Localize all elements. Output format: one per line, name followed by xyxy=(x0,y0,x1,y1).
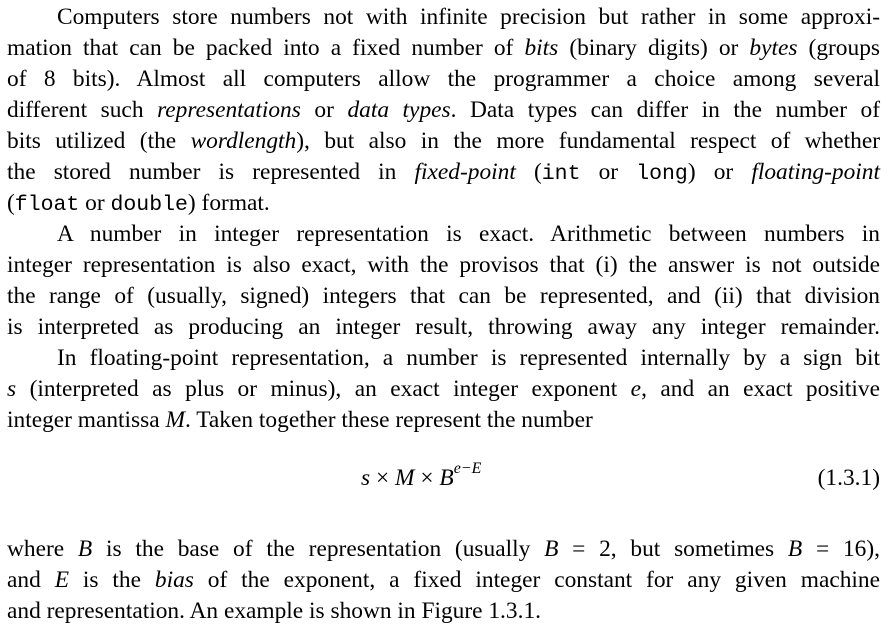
math-B: B xyxy=(544,536,559,562)
p1-line-6: the stored number is represented in fixe… xyxy=(7,157,880,188)
p4-line-1: where B is the base of the representatio… xyxy=(7,534,880,565)
text-span: and xyxy=(7,567,55,593)
math-B: B xyxy=(439,465,454,491)
math-s: s xyxy=(7,376,17,402)
code-double: double xyxy=(110,193,188,217)
text-span: different such xyxy=(7,97,158,123)
term-bytes: bytes xyxy=(749,35,798,61)
text-span: (groups xyxy=(797,35,881,61)
p4-line-2: and E is the bias of the exponent, a fix… xyxy=(7,565,880,596)
equation-number: (1.3.1) xyxy=(817,465,880,491)
math-B: B xyxy=(77,536,93,562)
code-int: int xyxy=(541,162,581,186)
math-s: s xyxy=(361,465,371,491)
p2-line-2: integer representation is also exact, wi… xyxy=(7,252,880,278)
p1-line-7: (float or double) format. xyxy=(7,188,880,219)
text-span: is the base of the representation (usual… xyxy=(92,536,545,562)
text-span: or xyxy=(300,97,348,123)
term-bias: bias xyxy=(154,567,194,593)
term-bits: bits xyxy=(524,35,559,61)
code-float: float xyxy=(14,193,80,217)
text-span: mation that can be packed into a fixed n… xyxy=(7,35,525,61)
math-B: B xyxy=(787,536,803,562)
math-M: M xyxy=(395,465,415,491)
term-fixed-point: fixed-point xyxy=(414,159,516,185)
math-times: × xyxy=(370,465,395,491)
p3-line-2: s (interpreted as plus or minus), an exa… xyxy=(7,374,880,405)
math-times: × xyxy=(414,465,440,491)
p2-line-1: A number in integer representation is ex… xyxy=(57,221,880,247)
text-span: of the exponent, a fixed integer constan… xyxy=(193,567,881,593)
text-span: or xyxy=(580,159,637,185)
p1-line-5: bits utilized (the wordlength), but also… xyxy=(7,126,880,157)
p1-line-4: different such representations or data t… xyxy=(7,95,880,126)
equation-body: s × M × Be−E xyxy=(361,458,481,498)
text-span: or xyxy=(79,190,111,216)
text-span: . Taken together these represent the num… xyxy=(185,407,593,433)
text-span: is the xyxy=(68,567,155,593)
text-span: the stored number is represented in xyxy=(7,159,415,185)
term-floating-point: floating-point xyxy=(751,159,880,185)
text-span: of 8 bits). Almost all computers allow t… xyxy=(7,66,880,92)
text-span: Computers store numbers not with infinit… xyxy=(57,4,880,30)
text-span: = 2, but sometimes xyxy=(558,536,788,562)
p3-line-1: In floating-point representation, a numb… xyxy=(57,345,880,371)
term-wordlength: wordlength xyxy=(190,128,297,154)
text-span: (binary digits) or xyxy=(558,35,750,61)
p1-line-3: of 8 bits). Almost all computers allow t… xyxy=(7,64,880,95)
text-span: where xyxy=(7,536,78,562)
math-E: E xyxy=(54,567,69,593)
p1-line-2: mation that can be packed into a fixed n… xyxy=(7,33,880,64)
p3-line-3: integer mantissa M. Taken together these… xyxy=(7,405,880,436)
text-span: bits utilized (the xyxy=(7,128,191,154)
equation-1-3-1: s × M × Be−E (1.3.1) xyxy=(7,458,880,498)
text-span: . Data types can differ in the number of xyxy=(450,97,881,123)
text-span: ( xyxy=(515,159,542,185)
math-e: e xyxy=(630,376,642,402)
text-span: ) format. xyxy=(187,190,270,216)
text-span: ), but also in the more fundamental resp… xyxy=(296,128,880,154)
p2-line-4: is interpreted as producing an integer r… xyxy=(7,314,880,340)
math-exponent: e−E xyxy=(453,460,482,477)
text-span: , and an exact positive xyxy=(641,376,880,402)
math-M: M xyxy=(165,407,186,433)
p4-line-3: and representation. An example is shown … xyxy=(7,598,541,624)
text-span: ) or xyxy=(687,159,752,185)
text-span: = 16), xyxy=(802,536,880,562)
text-span: integer mantissa xyxy=(7,407,166,433)
text-span: (interpreted as plus or minus), an exact… xyxy=(16,376,631,402)
p2-line-3: the range of (usually, signed) integers … xyxy=(7,283,880,309)
term-data-types: data types xyxy=(347,97,451,123)
code-long: long xyxy=(636,162,688,186)
text-span: ( xyxy=(7,190,15,216)
term-representations: representations xyxy=(157,97,301,123)
p1-line-1: Computers store numbers not with infinit… xyxy=(7,2,880,33)
